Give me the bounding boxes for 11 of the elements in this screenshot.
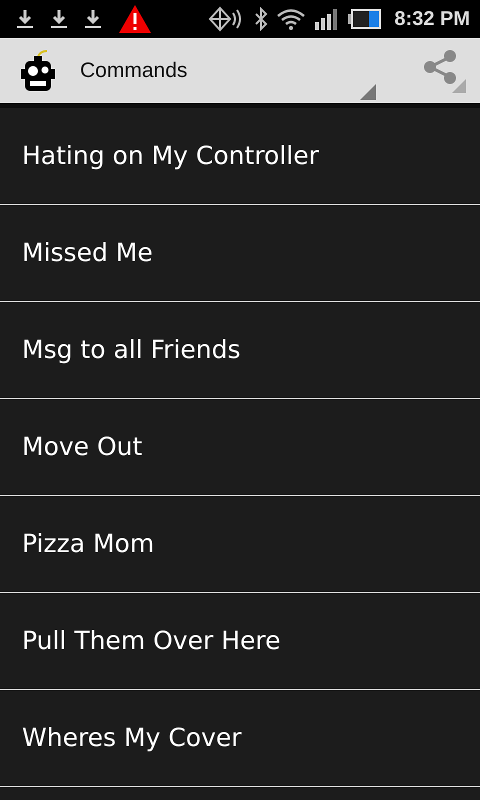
bluetooth-icon xyxy=(254,7,268,31)
battery-icon xyxy=(348,8,382,30)
download-icon xyxy=(50,8,68,30)
clock-time: 8:32 PM xyxy=(394,7,470,32)
share-icon[interactable] xyxy=(422,48,466,92)
dropdown-corner-icon xyxy=(360,84,376,100)
warning-icon xyxy=(118,4,152,34)
download-icon xyxy=(16,8,34,30)
screen-title[interactable]: Commands xyxy=(80,54,188,86)
wifi-icon xyxy=(276,7,306,31)
download-icon xyxy=(84,8,102,30)
